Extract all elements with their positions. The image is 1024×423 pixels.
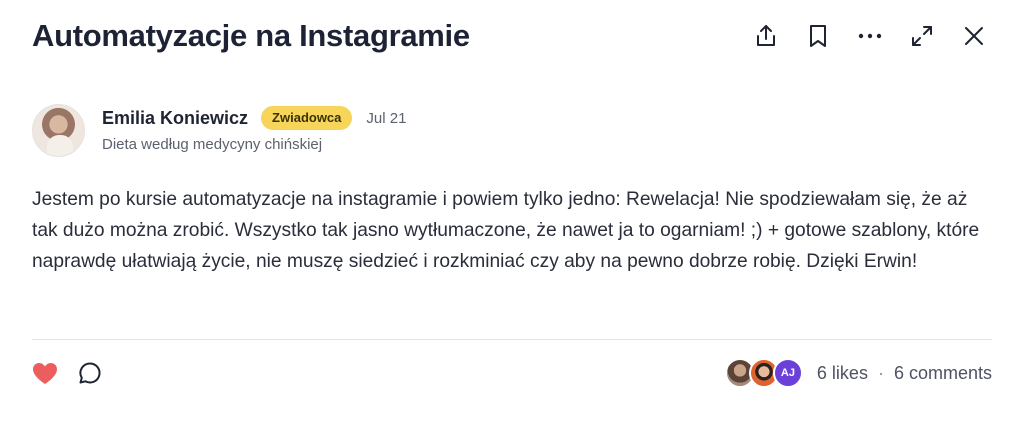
post-date: Jul 21: [366, 109, 407, 127]
author-name[interactable]: Emilia Koniewicz: [102, 108, 248, 129]
author-badge: Zwiadowca: [261, 106, 353, 130]
comments-count[interactable]: 6 comments: [894, 363, 992, 384]
post-header: Automatyzacje na Instagramie: [32, 14, 1000, 58]
bookmark-icon: [810, 25, 826, 47]
post-body: Jestem po kursie automatyzacje na instag…: [32, 189, 980, 272]
more-icon: [858, 33, 882, 39]
like-button[interactable]: [32, 362, 58, 385]
expand-icon: [912, 26, 932, 46]
post-footer: AJ 6 likes · 6 comments: [32, 356, 992, 390]
close-button[interactable]: [948, 16, 1000, 56]
likes-count[interactable]: 6 likes: [817, 363, 868, 384]
liker-avatar-initials: AJ: [772, 358, 803, 388]
post-stats: AJ 6 likes · 6 comments: [724, 358, 992, 388]
share-icon: [757, 25, 775, 46]
post-toolbar: [740, 16, 1000, 56]
author-row: Emilia Koniewicz Zwiadowca Jul 21: [102, 104, 406, 132]
author-avatar[interactable]: [32, 104, 85, 157]
comment-icon: [79, 362, 101, 384]
more-options-button[interactable]: [844, 16, 896, 56]
close-icon: [965, 27, 983, 45]
author-meta: Emilia Koniewicz Zwiadowca Jul 21 Dieta …: [102, 104, 406, 153]
share-button[interactable]: [740, 16, 792, 56]
post-title: Automatyzacje na Instagramie: [32, 18, 470, 53]
bookmark-button[interactable]: [792, 16, 844, 56]
stats-separator: ·: [877, 362, 884, 383]
likers-facepile[interactable]: AJ: [724, 358, 803, 388]
comment-button[interactable]: [78, 361, 102, 385]
divider: [32, 339, 992, 340]
expand-button[interactable]: [896, 16, 948, 56]
author-block: Emilia Koniewicz Zwiadowca Jul 21 Dieta …: [32, 104, 406, 157]
post-actions: [32, 361, 102, 385]
author-subtitle: Dieta według medycyny chińskiej: [102, 136, 323, 153]
heart-icon: [33, 362, 57, 384]
